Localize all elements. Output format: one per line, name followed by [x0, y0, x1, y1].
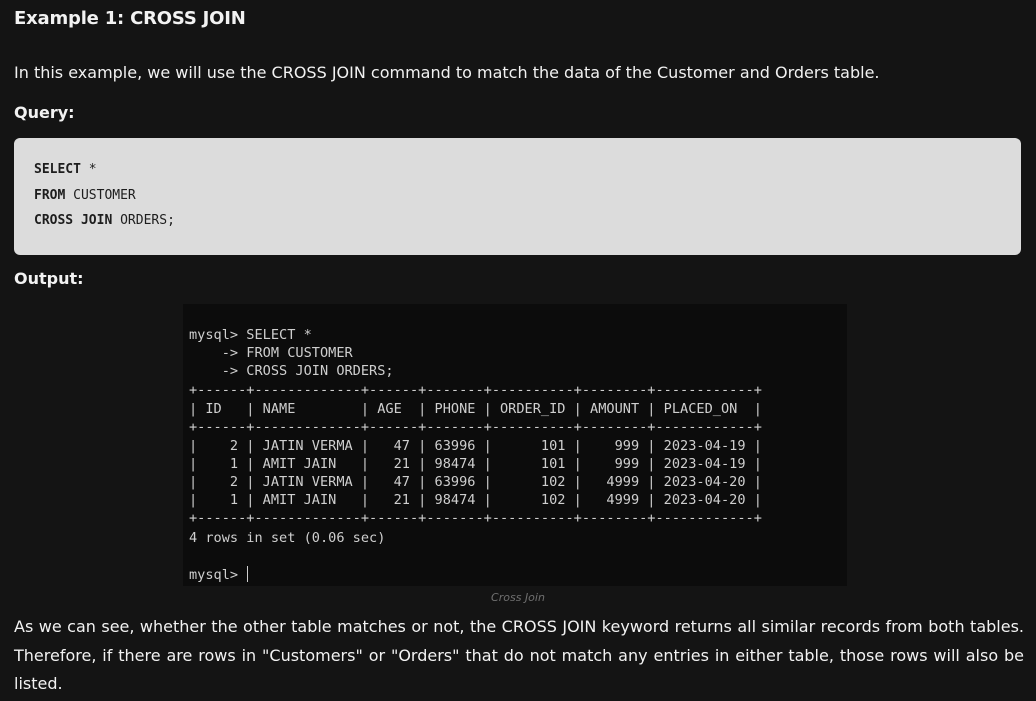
table-border: +------+-------------+------+-------+---…: [189, 510, 762, 526]
terminal-prompt-line: -> FROM CUSTOMER: [189, 345, 353, 361]
code-block: SELECT * FROM CUSTOMER CROSS JOIN ORDERS…: [14, 138, 1021, 255]
table-row: | 2 | JATIN VERMA | 47 | 63996 | 102 | 4…: [189, 474, 762, 490]
code-line-select: SELECT *: [34, 162, 1021, 188]
code-line-from: FROM CUSTOMER: [34, 188, 1021, 214]
result-summary: 4 rows in set (0.06 sec): [189, 530, 386, 546]
table-border: +------+-------------+------+-------+---…: [189, 419, 762, 435]
query-label: Query:: [14, 103, 75, 122]
table-border: +------+-------------+------+-------+---…: [189, 382, 762, 398]
table-row: | 2 | JATIN VERMA | 47 | 63996 | 101 | 9…: [189, 438, 762, 454]
table-row: | 1 | AMIT JAIN | 21 | 98474 | 102 | 499…: [189, 492, 762, 508]
table-header-row: | ID | NAME | AGE | PHONE | ORDER_ID | A…: [189, 401, 762, 417]
output-label: Output:: [14, 269, 84, 288]
sql-text: CUSTOMER: [65, 187, 136, 203]
page-title: Example 1: CROSS JOIN: [14, 8, 246, 29]
text-cursor: [247, 566, 249, 582]
conclusion-paragraph: As we can see, whether the other table m…: [14, 617, 1024, 693]
sql-keyword: FROM: [34, 187, 66, 203]
terminal-cut-line: +-----+-------------+-----+-------+: [189, 304, 475, 309]
sql-keyword: SELECT: [34, 162, 81, 177]
sql-keyword: CROSS JOIN: [34, 213, 113, 228]
code-line-cross-join: CROSS JOIN ORDERS;: [34, 213, 1021, 239]
terminal-prompt-line: -> CROSS JOIN ORDERS;: [189, 363, 394, 379]
final-prompt-text: mysql>: [189, 567, 247, 583]
intro-paragraph: In this example, we will use the CROSS J…: [14, 63, 880, 82]
sql-text: *: [80, 162, 97, 177]
sql-text: ORDERS;: [112, 213, 175, 228]
final-prompt: mysql>: [189, 566, 249, 584]
image-caption: Cross Join: [491, 591, 545, 604]
terminal-prompt-line: mysql> SELECT *: [189, 327, 312, 343]
terminal-screenshot: +-----+-------------+-----+-------+ mysq…: [183, 304, 847, 586]
table-row: | 1 | AMIT JAIN | 21 | 98474 | 101 | 999…: [189, 456, 762, 472]
